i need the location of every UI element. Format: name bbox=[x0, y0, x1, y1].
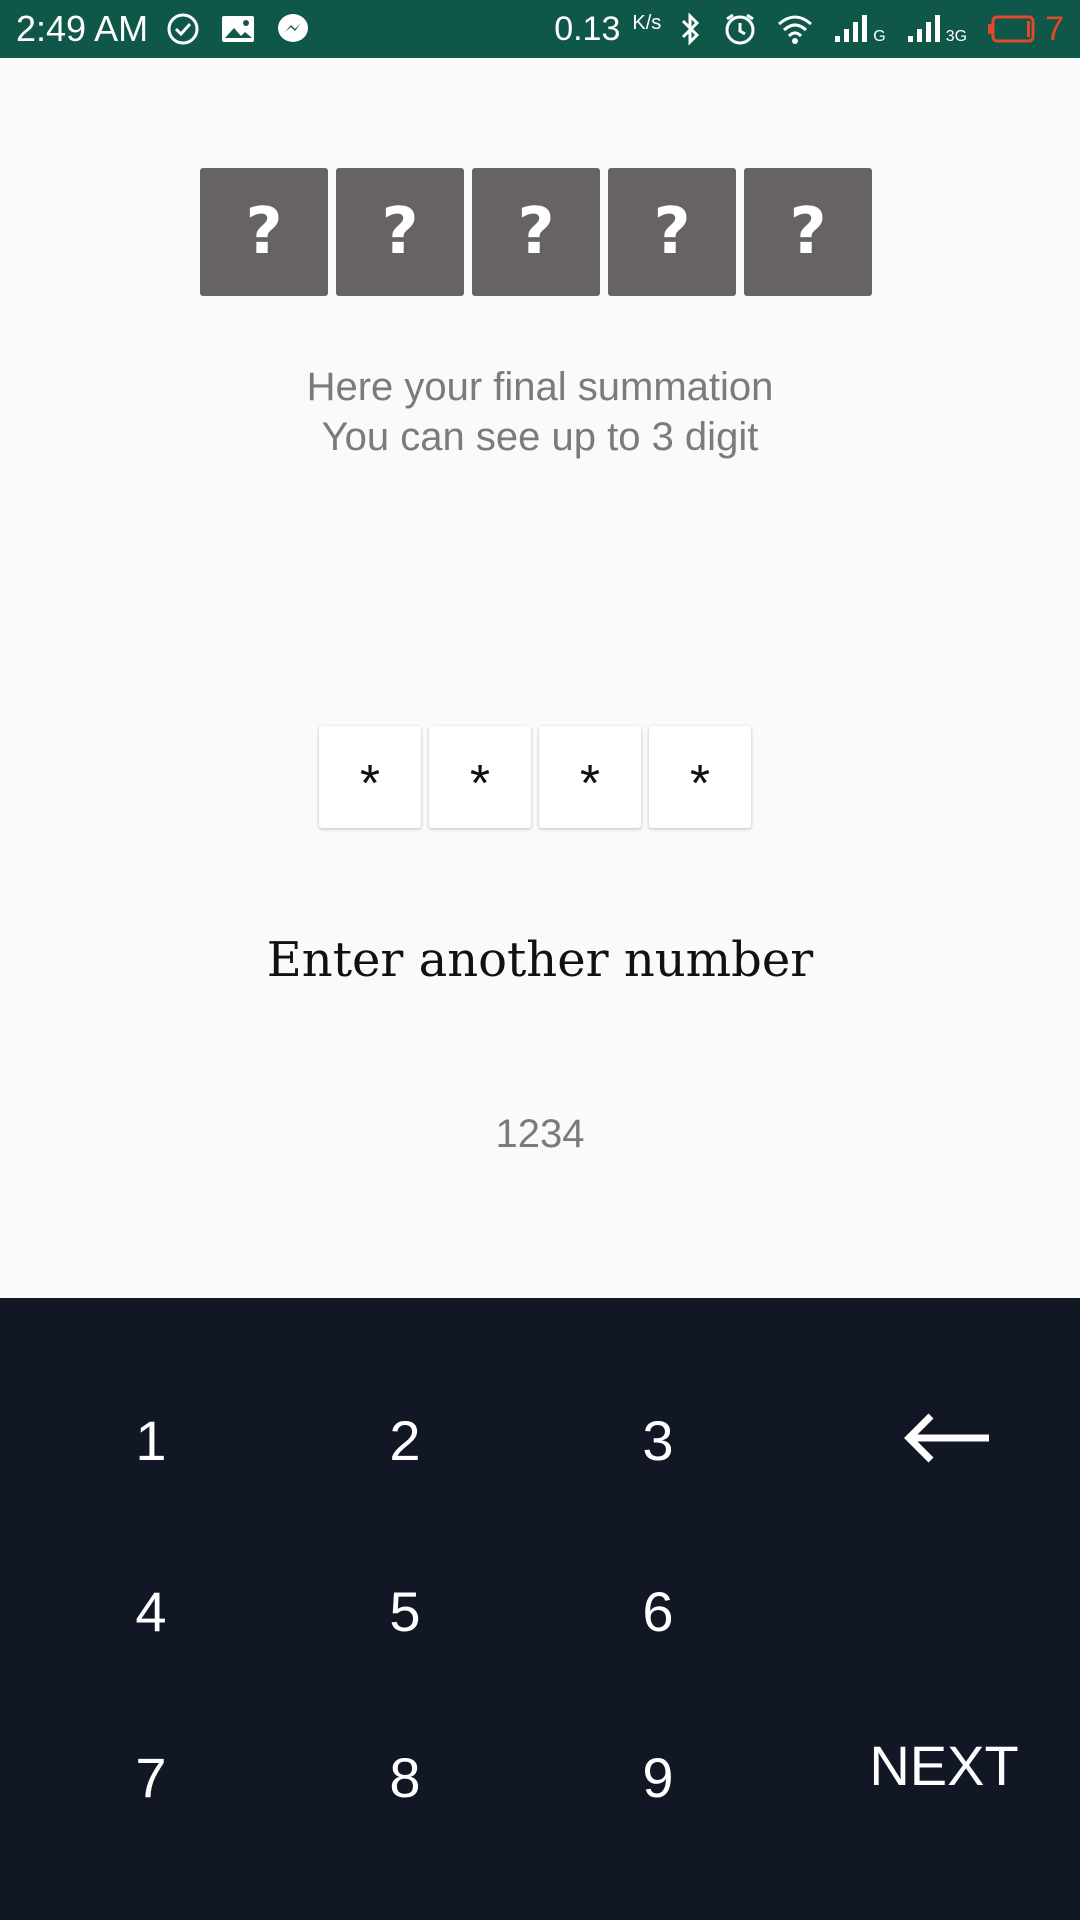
network-type-3g: 3G bbox=[945, 28, 968, 45]
answer-tile: ? bbox=[608, 168, 736, 296]
pin-digit-box[interactable]: * bbox=[429, 726, 531, 828]
prompt-title: Enter another number bbox=[266, 932, 814, 988]
network-speed-unit: K/s bbox=[632, 11, 662, 34]
key-8[interactable]: 8 bbox=[335, 1722, 475, 1832]
network-type-g: G bbox=[873, 28, 886, 45]
wifi-icon bbox=[777, 14, 813, 44]
check-circle-icon bbox=[166, 12, 200, 46]
status-right: 0.13 K/s G 3G 7 bbox=[554, 10, 1064, 49]
alarm-icon bbox=[723, 12, 757, 46]
key-5[interactable]: 5 bbox=[335, 1556, 475, 1666]
bluetooth-icon bbox=[679, 12, 703, 46]
key-3[interactable]: 3 bbox=[588, 1385, 728, 1495]
next-button[interactable]: NEXT bbox=[844, 1710, 1044, 1820]
status-time: 2:49 AM bbox=[16, 8, 149, 49]
key-2[interactable]: 2 bbox=[335, 1385, 475, 1495]
answer-tile: ? bbox=[744, 168, 872, 296]
screen: 2:49 AM 0.13 K/s G 3G 7 ? ? ? ? ? Here y… bbox=[0, 0, 1080, 1920]
key-9[interactable]: 9 bbox=[588, 1722, 728, 1832]
info-line-1: Here your final summation bbox=[306, 365, 774, 409]
battery-level: 7 bbox=[1045, 9, 1064, 48]
pin-input[interactable]: * * * * bbox=[319, 726, 751, 828]
answer-tiles: ? ? ? ? ? bbox=[200, 168, 872, 296]
info-text: Here your final summation You can see up… bbox=[0, 362, 1080, 462]
info-line-2: You can see up to 3 digit bbox=[321, 415, 759, 459]
arrow-left-icon bbox=[901, 1408, 991, 1473]
battery-icon bbox=[987, 14, 1037, 44]
status-bar: 2:49 AM 0.13 K/s G 3G 7 bbox=[0, 0, 1080, 58]
pin-digit-box[interactable]: * bbox=[649, 726, 751, 828]
signal-icon bbox=[833, 14, 869, 44]
messenger-icon bbox=[276, 12, 310, 46]
backspace-button[interactable] bbox=[876, 1385, 1016, 1495]
key-4[interactable]: 4 bbox=[81, 1556, 221, 1666]
answer-tile: ? bbox=[472, 168, 600, 296]
network-speed: 0.13 bbox=[554, 9, 621, 48]
key-6[interactable]: 6 bbox=[588, 1556, 728, 1666]
pin-digit-box[interactable]: * bbox=[539, 726, 641, 828]
key-7[interactable]: 7 bbox=[81, 1722, 221, 1832]
numeric-keypad: 1 2 3 4 5 6 7 8 9 NEXT bbox=[0, 1298, 1080, 1920]
pin-digit-box[interactable]: * bbox=[319, 726, 421, 828]
key-1[interactable]: 1 bbox=[81, 1385, 221, 1495]
signal-icon bbox=[906, 14, 942, 44]
entered-value: 1234 bbox=[495, 1112, 585, 1156]
gallery-icon bbox=[220, 14, 256, 44]
answer-tile: ? bbox=[200, 168, 328, 296]
answer-tile: ? bbox=[336, 168, 464, 296]
